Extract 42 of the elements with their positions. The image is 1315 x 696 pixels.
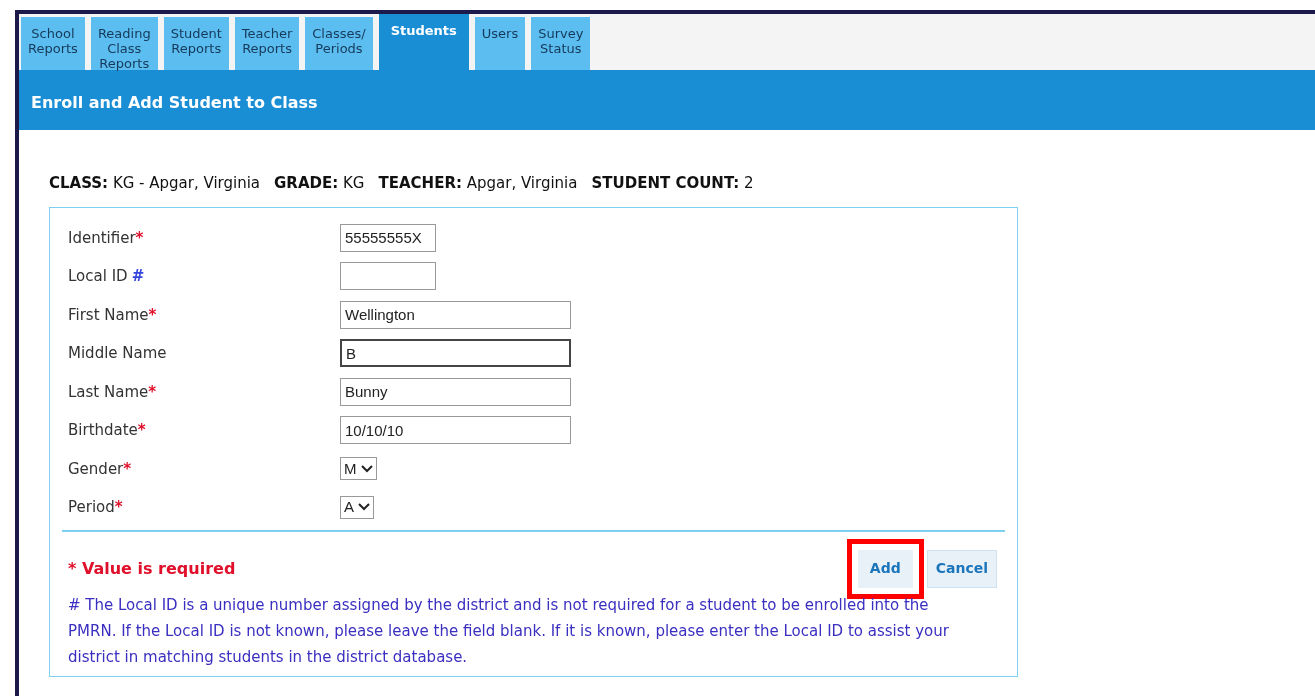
- field-marker: *: [148, 304, 157, 326]
- field-marker: *: [137, 420, 146, 441]
- tab[interactable]: Reading Class Reports: [90, 17, 158, 70]
- field-label: Identifier: [68, 227, 136, 249]
- field-marker: *: [148, 381, 157, 403]
- field-label: Last Name: [68, 381, 149, 403]
- chevron-down-icon: [360, 464, 373, 473]
- field-marker: #: [131, 266, 145, 287]
- class-info: CLASS: KG - Apgar, Virginia: [49, 173, 261, 194]
- field-label: Middle Name: [68, 343, 167, 364]
- input-field[interactable]: [340, 262, 436, 291]
- input-field[interactable]: 10/10/10: [340, 416, 571, 445]
- field-label: Birthdate: [68, 420, 138, 441]
- field-label: Gender: [68, 458, 124, 480]
- field-label: First Name: [68, 304, 149, 326]
- field-marker: *: [123, 458, 132, 480]
- tab[interactable]: Classes/ Periods: [305, 17, 373, 70]
- class-info: TEACHER: Apgar, Virginia: [378, 173, 578, 194]
- field-marker: *: [114, 497, 123, 518]
- field-label: Local ID: [68, 266, 128, 287]
- action-button[interactable]: Add: [857, 549, 913, 588]
- select-field[interactable]: A: [340, 495, 374, 519]
- action-button[interactable]: Cancel: [926, 549, 997, 588]
- input-field[interactable]: Wellington: [340, 300, 571, 329]
- tab[interactable]: Teacher Reports: [234, 17, 300, 70]
- input-field[interactable]: 55555555X: [340, 223, 436, 252]
- tab[interactable]: Students: [378, 14, 469, 70]
- required-note: * Value is required: [68, 557, 236, 580]
- footnote: # The Local ID is a unique number assigned by the district and is not required for a student to be enrolled into the PMRN. If the Local ID is not known, please leave the field blank. If it is known, please enter the Local ID to assist your district in matching students in the district database.: [68, 594, 950, 668]
- chevron-down-icon: [358, 503, 370, 512]
- input-field[interactable]: Bunny: [340, 377, 571, 406]
- tab[interactable]: School Reports: [21, 17, 85, 70]
- class-info: STUDENT COUNT: 2: [591, 173, 754, 194]
- tab[interactable]: Users: [474, 17, 526, 70]
- class-info: GRADE: KG: [274, 173, 365, 194]
- field-marker: *: [135, 227, 144, 249]
- page-title: Enroll and Add Student to Class: [31, 92, 318, 114]
- input-field[interactable]: B: [340, 339, 571, 368]
- field-label: Period: [68, 497, 115, 518]
- select-field[interactable]: M: [340, 457, 377, 481]
- tab[interactable]: Survey Status: [531, 17, 591, 70]
- tab[interactable]: Student Reports: [163, 17, 229, 70]
